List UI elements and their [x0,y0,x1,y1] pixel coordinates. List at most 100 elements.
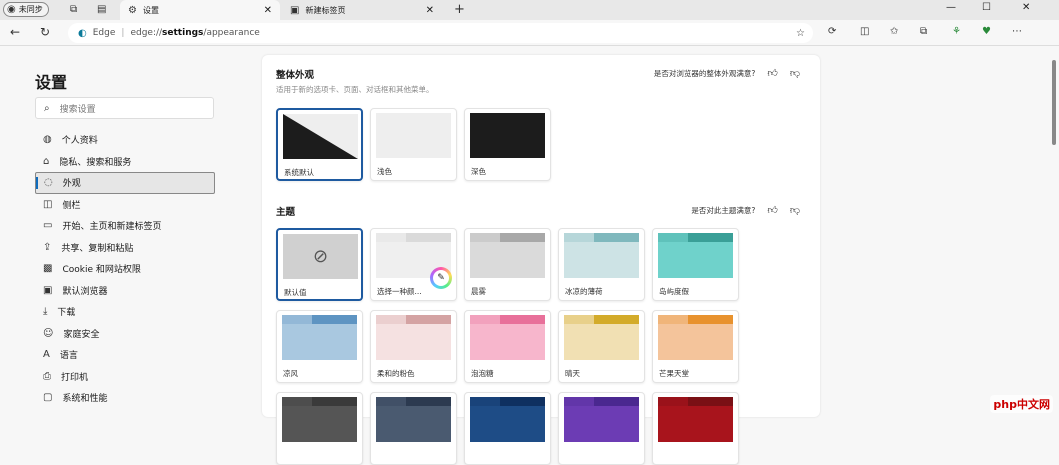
thumbs-down-icon[interactable]: 👎︎ [790,204,800,216]
theme-card[interactable] [464,392,551,465]
theme-label: 凉风 [283,369,298,378]
thumbs-up-icon[interactable]: 👍︎ [767,67,777,79]
back-icon[interactable]: ← [10,25,20,39]
profile-button[interactable]: ◉ 未同步 [3,2,49,17]
tab-new-tab[interactable]: ▣ 新建标签页 ✕ [282,0,442,20]
sidebar-item-label: 下载 [57,308,76,319]
browser-icon: ▣ [43,284,53,296]
lock-icon: ⌂ [43,155,50,167]
tab-title: 新建标签页 [305,5,346,15]
page-title: 设置 [35,73,68,92]
url-text: edge://settings/appearance [130,28,260,38]
theme-label: 晨雾 [471,287,486,296]
sidebar-item[interactable]: ⤓ 下载 [35,301,215,323]
search-placeholder: 搜索设置 [59,104,96,115]
theme-card[interactable]: 柔和的粉色 [370,310,457,383]
maximize-icon[interactable]: ☐ [982,2,991,13]
theme-preview [376,397,451,442]
cookie-icon: ▩ [43,263,53,275]
theme-card[interactable]: 晴天 [558,310,645,383]
section-title-themes: 主题 [276,207,296,218]
sidebar-item-label: 家庭安全 [63,329,100,340]
vertical-tabs-icon[interactable]: ▤ [97,4,106,15]
search-input[interactable]: ⌕ 搜索设置 [35,97,214,119]
section-title-appearance: 整体外观 [276,70,315,81]
sidebar-item[interactable]: ◍ 个人资料 [35,129,215,151]
theme-preview [564,315,639,360]
theme-card[interactable] [370,392,457,465]
close-icon[interactable]: ✕ [426,5,434,16]
system-icon: ▢ [43,392,53,404]
theme-label: 选择一种颜... [377,287,422,296]
more-icon[interactable]: ⋯ [1012,26,1022,37]
theme-card[interactable] [276,392,363,465]
minimize-icon[interactable]: — [946,2,956,13]
sidebar-item[interactable]: ▩ Cookie 和网站权限 [35,258,215,280]
theme-card[interactable]: 冰凉的薄荷 [558,228,645,301]
theme-card[interactable]: 岛屿度假 [652,228,739,301]
browser-essentials-icon[interactable]: ♥ [982,26,991,37]
theme-card[interactable]: 凉风 [276,310,363,383]
extension-icon[interactable]: ⟳ [828,26,836,37]
theme-preview [658,397,733,442]
sidebar-item[interactable]: ▢ 系统和性能 [35,387,215,409]
theme-card[interactable]: ✎ 选择一种颜... [370,228,457,301]
search-icon: ⌕ [44,102,50,114]
refresh-icon[interactable]: ↻ [40,25,50,39]
theme-card[interactable] [558,392,645,465]
sidebar-item-label: 外观 [62,179,81,190]
tab-settings[interactable]: ⚙ 设置 ✕ [120,0,280,20]
theme-preview [470,233,545,278]
profile-label: 未同步 [18,5,43,14]
color-picker-icon[interactable]: ✎ [430,267,452,289]
sidebar-item[interactable]: ◫ 侧栏 [35,194,215,216]
theme-label: 芒果天堂 [659,369,689,378]
appearance-mode-card[interactable]: 系统默认 [276,108,363,181]
edge-logo-icon: ◐ [78,27,87,39]
settings-sidebar: 设置 ⌕ 搜索设置 ◍ 个人资料 ⌂ 隐私、搜索和服务 ◌ 外观 ◫ 侧栏 ▭ 开始、主页和新建标签… [0,47,232,417]
appearance-mode-card[interactable]: 浅色 [370,108,457,181]
favorites-icon[interactable]: ✩ [890,26,898,37]
theme-label: 柔和的粉色 [377,369,415,378]
workspaces-icon[interactable]: ⧉ [70,4,77,15]
close-icon[interactable]: ✕ [264,5,272,16]
family-icon: ☺ [43,327,54,339]
new-tab-icon[interactable]: + [454,2,465,17]
theme-label: 晴天 [565,369,580,378]
thumbs-down-icon[interactable]: 👎︎ [790,67,800,79]
theme-card[interactable]: 泡泡糖 [464,310,551,383]
appearance-mode-card[interactable]: 深色 [464,108,551,181]
scrollbar[interactable] [1052,60,1056,145]
share-icon: ⇪ [43,241,52,253]
sidebar-item-label: 语言 [59,351,78,362]
sidebar-item[interactable]: ⌂ 隐私、搜索和服务 [35,151,215,173]
sidebar-item[interactable]: ▣ 默认浏览器 [35,280,215,302]
sidebar-item[interactable]: A 语言 [35,344,215,366]
collections-icon[interactable]: ⧉ [920,26,927,37]
feedback-question: 是否对浏览器的整体外观满意? [653,68,756,78]
close-window-icon[interactable]: ✕ [1022,2,1030,13]
split-screen-icon[interactable]: ◫ [860,26,869,37]
theme-card[interactable]: 芒果天堂 [652,310,739,383]
sidebar-icon: ◫ [43,198,53,210]
thumbs-up-icon[interactable]: 👍︎ [767,204,777,216]
sidebar-item[interactable]: ⇪ 共享、复制和粘贴 [35,237,215,259]
address-bar-row: ← ↻ ◐ Edge | edge://settings/appearance ☆… [0,20,1059,46]
sidebar-item[interactable]: ⎙ 打印机 [35,366,215,388]
theme-preview [564,233,639,278]
theme-card[interactable] [652,392,739,465]
favorite-star-icon[interactable]: ☆ [796,28,805,39]
theme-label: 默认值 [284,288,307,297]
sidebar-item[interactable]: ▭ 开始、主页和新建标签页 [35,215,215,237]
sidebar-item[interactable]: ◌ 外观 [35,172,215,194]
sidebar-item[interactable]: ☺ 家庭安全 [35,323,215,345]
theme-label: 岛屿度假 [659,287,689,296]
sidebar-nav: ◍ 个人资料 ⌂ 隐私、搜索和服务 ◌ 外观 ◫ 侧栏 ▭ 开始、主页和新建标签页 ⇪ 共享、复制和粘… [35,129,215,409]
theme-card[interactable]: 晨雾 [464,228,551,301]
tab-bar: ◉ 未同步 ⧉ ▤ ⚙ 设置 ✕ ▣ 新建标签页 ✕ + — ☐ ✕ [0,0,1059,20]
address-input[interactable]: ◐ Edge | edge://settings/appearance ☆ [68,23,813,43]
extension-green-icon[interactable]: ⚘ [952,26,961,37]
appearance-feedback: 是否对浏览器的整体外观满意? 👍︎ 👎︎ [654,67,800,79]
theme-card[interactable]: ⊘ 默认值 [276,228,363,301]
sidebar-item-label: 默认浏览器 [62,286,108,297]
